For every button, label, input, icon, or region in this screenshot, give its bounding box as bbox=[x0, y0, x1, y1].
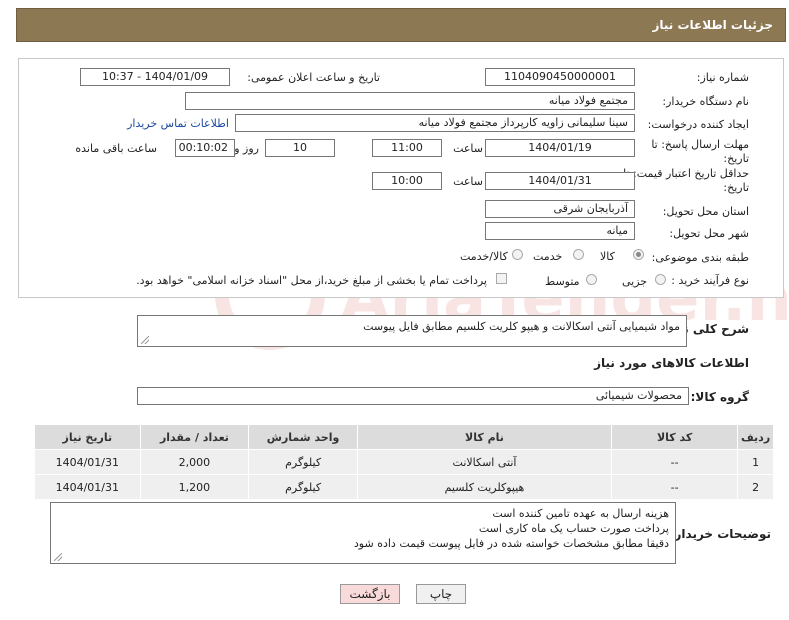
category-radio-goods-service[interactable] bbox=[512, 249, 523, 260]
days-label: روز و bbox=[234, 142, 259, 155]
print-button[interactable]: چاپ bbox=[416, 584, 466, 604]
goods-table-header: ردیف کد کالا نام کالا واحد شمارش تعداد /… bbox=[34, 424, 774, 450]
remaining-days-field: 10 bbox=[265, 139, 335, 157]
reply-deadline-label: مهلت ارسال پاسخ: تا تاریخ: bbox=[651, 138, 749, 165]
description-textarea[interactable]: مواد شیمیایی آنتی اسکالانت و هیپو کلریت … bbox=[137, 315, 687, 347]
need-date: 1404/01/31 bbox=[34, 449, 141, 475]
quantity: 2,000 bbox=[139, 449, 250, 475]
price-validity-time-label: ساعت bbox=[453, 175, 483, 188]
unit: کیلوگرم bbox=[248, 474, 358, 500]
buyer-note-line: دقیقا مطابق مشخصات خواسته شده در فایل پی… bbox=[353, 537, 669, 550]
process-option-medium: متوسط bbox=[545, 275, 580, 288]
price-validity-time-field[interactable]: 10:00 bbox=[372, 172, 442, 190]
announce-datetime-label: تاریخ و ساعت اعلان عمومی: bbox=[247, 71, 380, 84]
city-label: شهر محل تحویل: bbox=[669, 227, 749, 240]
col-row-number: ردیف bbox=[737, 424, 774, 450]
province-label: استان محل تحویل: bbox=[662, 205, 749, 218]
need-date: 1404/01/31 bbox=[34, 474, 141, 500]
price-validity-date-field[interactable]: 1404/01/31 bbox=[485, 172, 635, 190]
requester-label: ایجاد کننده درخواست: bbox=[647, 118, 749, 131]
goods-section-title: اطلاعات کالاهای مورد نیاز bbox=[594, 356, 749, 370]
goods-table: ردیف کد کالا نام کالا واحد شمارش تعداد /… bbox=[34, 424, 774, 500]
goods-group-field[interactable]: محصولات شیمیائی bbox=[137, 387, 689, 405]
col-goods-code: کد کالا bbox=[611, 424, 739, 450]
col-goods-name: نام کالا bbox=[356, 424, 613, 450]
buyer-notes-textarea[interactable]: هزینه ارسال به عهده تامین کننده است پردا… bbox=[50, 502, 676, 564]
remaining-time-label: ساعت باقی مانده bbox=[75, 142, 157, 155]
province-field[interactable]: آذربایجان شرقی bbox=[485, 200, 635, 218]
reply-date-field[interactable]: 1404/01/19 bbox=[485, 139, 635, 157]
buyer-contact-link[interactable]: اطلاعات تماس خریدار bbox=[127, 117, 229, 130]
page-header: جزئیات اطلاعات نیاز bbox=[16, 8, 786, 42]
remaining-time-field: 00:10:02 bbox=[175, 139, 235, 157]
process-option-minor: جزیی bbox=[622, 275, 648, 288]
description-text: مواد شیمیایی آنتی اسکالانت و هیپو کلریت … bbox=[363, 320, 680, 333]
goods-code: -- bbox=[611, 474, 739, 500]
table-row: 2 -- هیپوکلریت کلسیم کیلوگرم 1,200 1404/… bbox=[34, 474, 774, 500]
category-option-service: خدمت bbox=[533, 250, 563, 263]
unit: کیلوگرم bbox=[248, 449, 358, 475]
row-number: 2 bbox=[737, 474, 774, 500]
category-option-goods: کالا bbox=[600, 250, 615, 263]
page-title: جزئیات اطلاعات نیاز bbox=[652, 18, 773, 32]
buyer-org-label: نام دستگاه خریدار: bbox=[662, 95, 749, 108]
goods-group-label: گروه کالا: bbox=[690, 390, 749, 404]
need-number-label: شماره نیاز: bbox=[696, 71, 749, 84]
buyer-org-field[interactable]: مجتمع فولاد میانه bbox=[185, 92, 635, 110]
goods-name: هیپوکلریت کلسیم bbox=[356, 474, 613, 500]
reply-time-field[interactable]: 11:00 bbox=[372, 139, 442, 157]
requester-field[interactable]: سینا سلیمانی زاویه کارپرداز مجتمع فولاد … bbox=[235, 114, 635, 132]
process-radio-medium[interactable] bbox=[586, 274, 597, 285]
goods-code: -- bbox=[611, 449, 739, 475]
treasury-payment-note: پرداخت تمام یا بخشی از مبلغ خرید،از محل … bbox=[136, 274, 487, 287]
need-number-field[interactable]: 1104090450000001 bbox=[485, 68, 635, 86]
col-unit: واحد شمارش bbox=[248, 424, 358, 450]
category-label: طبقه بندی موضوعی: bbox=[651, 251, 749, 264]
quantity: 1,200 bbox=[139, 474, 250, 500]
col-need-date: تاریخ نیاز bbox=[34, 424, 141, 450]
goods-name: آنتی اسکالانت bbox=[356, 449, 613, 475]
buyer-note-line: پرداخت صورت حساب یک ماه کاری است bbox=[478, 522, 669, 535]
city-field[interactable]: میانه bbox=[485, 222, 635, 240]
table-row: 1 -- آنتی اسکالانت کیلوگرم 2,000 1404/01… bbox=[34, 449, 774, 475]
back-button[interactable]: بازگشت bbox=[340, 584, 400, 604]
resize-grip-icon[interactable] bbox=[141, 336, 149, 344]
row-number: 1 bbox=[737, 449, 774, 475]
category-option-goods-service: کالا/خدمت bbox=[460, 250, 508, 263]
buyer-notes-label: توضیحات خریدار: bbox=[669, 527, 771, 541]
category-radio-service[interactable] bbox=[573, 249, 584, 260]
col-quantity: تعداد / مقدار bbox=[139, 424, 250, 450]
reply-time-label: ساعت bbox=[453, 142, 483, 155]
announce-datetime-field[interactable]: 1404/01/09 - 10:37 bbox=[80, 68, 230, 86]
buyer-note-line: هزینه ارسال به عهده تامین کننده است bbox=[492, 507, 669, 520]
treasury-payment-checkbox[interactable] bbox=[496, 273, 507, 284]
process-type-label: نوع فرآیند خرید : bbox=[671, 274, 749, 287]
category-radio-goods[interactable] bbox=[633, 249, 644, 260]
process-radio-minor[interactable] bbox=[655, 274, 666, 285]
resize-grip-icon[interactable] bbox=[54, 553, 62, 561]
